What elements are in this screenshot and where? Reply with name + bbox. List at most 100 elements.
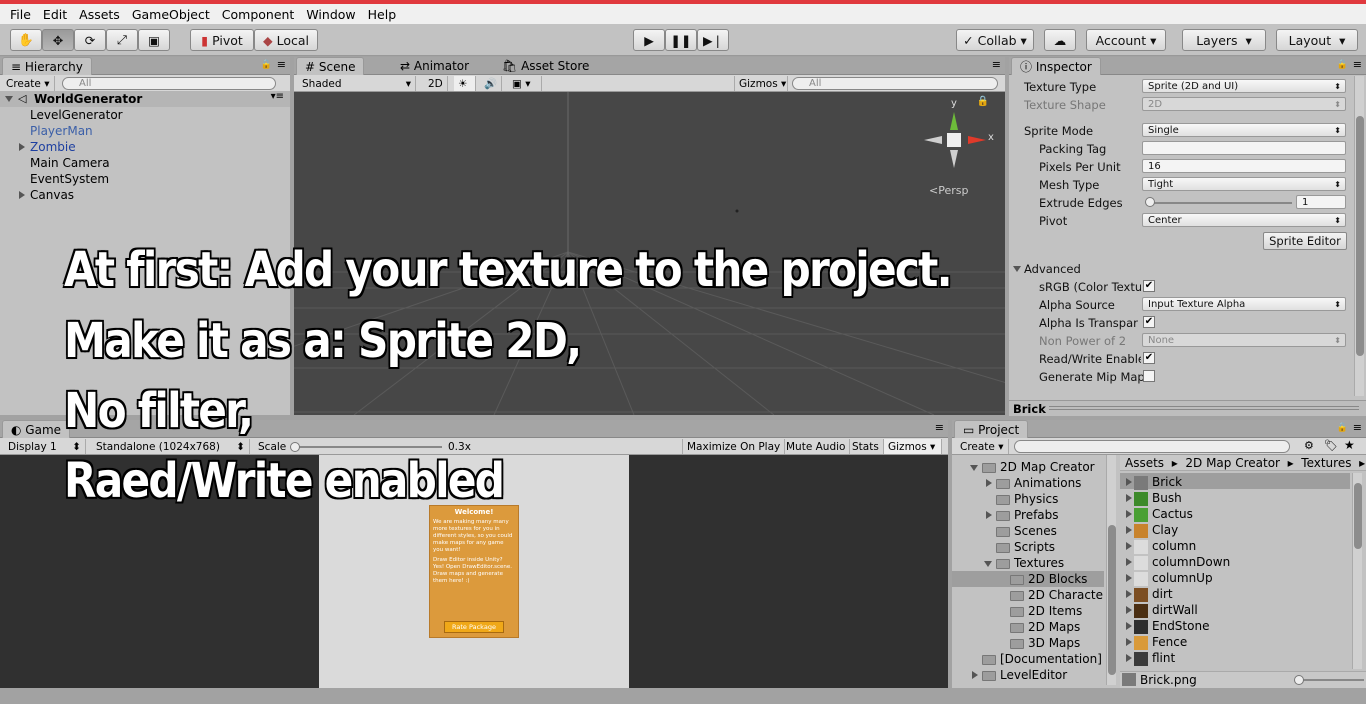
hand-tool-button[interactable]: ✋ (10, 29, 42, 51)
expand-icon[interactable] (1126, 654, 1132, 662)
hierarchy-item[interactable]: Zombie (30, 139, 76, 155)
inspector-scrollbar[interactable] (1354, 76, 1364, 396)
asset-item[interactable]: Brick (1124, 474, 1182, 490)
collapse-icon[interactable] (984, 561, 992, 567)
panel-menu-icon[interactable]: ≡ (992, 58, 1001, 71)
menu-help[interactable]: Help (362, 7, 403, 22)
panel-menu-icon[interactable]: ≡ (277, 58, 286, 71)
scale-slider[interactable] (294, 446, 442, 448)
lock-icon[interactable]: 🔒 (261, 60, 272, 70)
pixels-per-unit-input[interactable]: 16 (1142, 159, 1346, 173)
expand-icon[interactable] (1126, 478, 1132, 486)
extrude-edges-input[interactable]: 1 (1296, 195, 1346, 209)
pause-button[interactable]: ❚❚ (665, 29, 697, 51)
hierarchy-item[interactable]: Main Camera (30, 155, 110, 171)
tree-item[interactable]: Animations (996, 475, 1081, 491)
expand-icon[interactable] (986, 479, 992, 487)
lock-icon[interactable]: 🔒 (977, 96, 989, 107)
menu-gameobject[interactable]: GameObject (126, 7, 216, 22)
expand-icon[interactable] (1126, 558, 1132, 566)
expand-icon[interactable] (1126, 542, 1132, 550)
scene-menu-icon[interactable]: ▾≡ (271, 91, 284, 102)
local-toggle[interactable]: ◆ Local (254, 29, 318, 51)
rect-tool-button[interactable]: ▣ (138, 29, 170, 51)
tree-item[interactable]: 2D Map Creator (982, 459, 1095, 475)
hierarchy-create-dropdown[interactable]: Create ▾ (2, 76, 55, 91)
asset-item[interactable]: dirt (1124, 586, 1173, 602)
persp-label[interactable]: <Persp (929, 184, 968, 197)
collapse-icon[interactable] (970, 465, 978, 471)
audio-toggle[interactable]: 🔊 (480, 76, 502, 91)
breadcrumb-textures[interactable]: Textures (1301, 456, 1351, 470)
tab-inspector[interactable]: ⓘ Inspector (1011, 57, 1101, 75)
layers-dropdown[interactable]: Layers ▾ (1182, 29, 1266, 51)
expand-icon[interactable] (1126, 606, 1132, 614)
asset-item[interactable]: Fence (1124, 634, 1187, 650)
menu-assets[interactable]: Assets (73, 7, 126, 22)
scene-header[interactable]: ◁ WorldGenerator ▾≡ (0, 91, 290, 107)
extrude-slider-thumb[interactable] (1145, 197, 1155, 207)
asset-item[interactable]: columnDown (1124, 554, 1230, 570)
scroll-thumb[interactable] (1356, 116, 1364, 356)
breadcrumb-2d-map-creator[interactable]: 2D Map Creator (1185, 456, 1280, 470)
hierarchy-item[interactable]: EventSystem (30, 171, 109, 187)
tree-item[interactable]: Prefabs (996, 507, 1059, 523)
expand-icon[interactable] (1126, 590, 1132, 598)
read-write-checkbox[interactable]: ✔ (1143, 352, 1155, 364)
rate-package-button[interactable]: Rate Package (444, 621, 504, 633)
advanced-foldout[interactable]: Advanced (1024, 262, 1081, 276)
shading-mode-dropdown[interactable]: Shaded ▾ (298, 76, 416, 91)
scene-search-input[interactable]: All (792, 77, 998, 90)
tree-item[interactable]: Scripts (996, 539, 1055, 555)
expand-icon[interactable] (986, 511, 992, 519)
resize-handle[interactable] (1049, 406, 1359, 410)
texture-type-dropdown[interactable]: Sprite (2D and UI) ⬍ (1142, 79, 1346, 93)
maximize-on-play-toggle[interactable]: Maximize On Play (682, 439, 786, 454)
mute-audio-toggle[interactable]: Mute Audio (782, 439, 851, 454)
breadcrumb-assets[interactable]: Assets (1125, 456, 1164, 470)
tree-item[interactable]: Scenes (996, 523, 1057, 539)
tree-item[interactable]: 3D Maps (1010, 635, 1080, 651)
tree-item[interactable]: 2D Maps (1010, 619, 1080, 635)
sprite-editor-button[interactable]: Sprite Editor (1263, 232, 1347, 250)
asset-preview-bar[interactable]: Brick (1009, 400, 1366, 416)
scene-gizmo[interactable]: y x (924, 98, 1000, 180)
lighting-toggle[interactable]: ☀ (454, 76, 476, 91)
hierarchy-item[interactable]: Canvas (30, 187, 74, 203)
expand-icon[interactable] (1126, 574, 1132, 582)
expand-icon[interactable] (1126, 638, 1132, 646)
cloud-button[interactable]: ☁ (1044, 29, 1076, 51)
tree-scrollbar[interactable] (1106, 455, 1116, 685)
panel-menu-icon[interactable]: ≡ (1353, 421, 1362, 434)
alpha-transparency-checkbox[interactable]: ✔ (1143, 316, 1155, 328)
tree-item-selected[interactable]: 2D Blocks (1010, 571, 1087, 587)
account-dropdown[interactable]: Account ▾ (1086, 29, 1166, 51)
asset-item[interactable]: EndStone (1124, 618, 1209, 634)
tab-hierarchy[interactable]: ≡ Hierarchy (2, 57, 92, 75)
icon-size-slider-thumb[interactable] (1294, 675, 1304, 685)
lock-icon[interactable]: 🔒 (1337, 60, 1348, 70)
expand-icon[interactable] (1126, 526, 1132, 534)
menu-component[interactable]: Component (216, 7, 301, 22)
asset-item[interactable]: flint (1124, 650, 1175, 666)
rotate-tool-button[interactable]: ⟳ (74, 29, 106, 51)
expand-icon[interactable] (19, 191, 25, 199)
tab-asset-store[interactable]: 🛍 Asset Store (494, 57, 597, 75)
collapse-icon[interactable] (1013, 266, 1021, 272)
asset-item[interactable]: Clay (1124, 522, 1178, 538)
tree-item[interactable]: 2D Character (1010, 587, 1104, 603)
tree-item[interactable]: LevelEditor (982, 667, 1067, 683)
tree-item[interactable]: Textures (996, 555, 1064, 571)
extrude-slider[interactable] (1148, 202, 1292, 204)
menu-file[interactable]: File (4, 7, 37, 22)
filter-type-icon[interactable]: ⚙ (1304, 439, 1314, 452)
asset-item[interactable]: Bush (1124, 490, 1182, 506)
scroll-thumb[interactable] (1354, 483, 1362, 549)
tab-scene[interactable]: # Scene (296, 57, 365, 75)
menu-window[interactable]: Window (300, 7, 361, 22)
gizmos-dropdown[interactable]: Gizmos ▾ (734, 76, 788, 91)
panel-menu-icon[interactable]: ≡ (1353, 58, 1362, 71)
game-gizmos-dropdown[interactable]: Gizmos ▾ (884, 439, 942, 454)
menu-edit[interactable]: Edit (37, 7, 73, 22)
scroll-thumb[interactable] (1108, 525, 1116, 675)
